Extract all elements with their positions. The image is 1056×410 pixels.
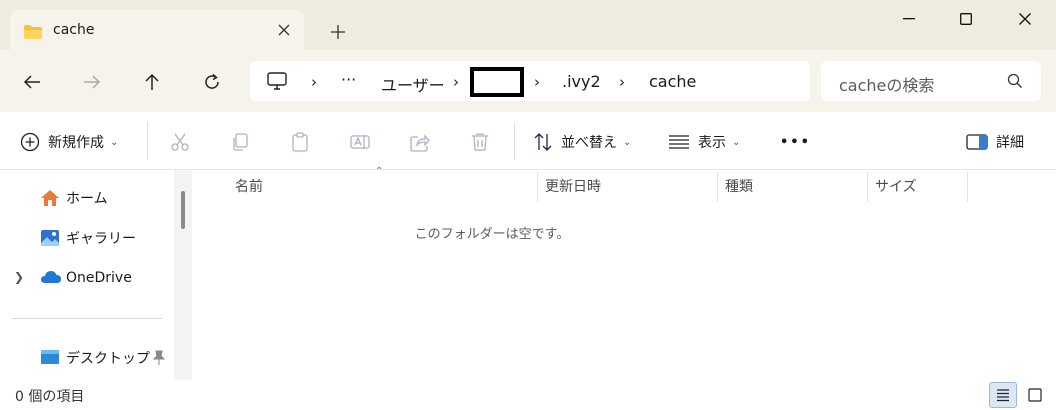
- minimize-icon[interactable]: [880, 0, 938, 38]
- cut-icon[interactable]: [170, 128, 190, 156]
- sidebar-item-label: ホーム: [66, 191, 108, 207]
- tab-cache[interactable]: cache: [10, 10, 304, 50]
- forward-arrow-icon[interactable]: [76, 66, 108, 98]
- new-button[interactable]: 新規作成 ⌄: [20, 128, 118, 156]
- up-arrow-icon[interactable]: [136, 66, 168, 98]
- column-divider[interactable]: [717, 172, 718, 202]
- sort-arrows-icon: [534, 133, 552, 151]
- close-window-icon[interactable]: [996, 0, 1054, 38]
- sidebar-item-label: ギャラリー: [66, 231, 136, 247]
- copy-icon[interactable]: [230, 128, 250, 156]
- column-header-size[interactable]: サイズ: [875, 176, 917, 202]
- tiles-view-icon[interactable]: [1021, 382, 1049, 408]
- column-divider[interactable]: [867, 172, 868, 202]
- breadcrumb-separator: ›: [534, 73, 540, 91]
- breadcrumb-separator: ›: [311, 73, 317, 91]
- sidebar-item-desktop[interactable]: デスクトップ: [0, 342, 172, 374]
- column-divider[interactable]: [537, 172, 538, 202]
- more-dots-icon: •••: [780, 134, 811, 150]
- toolbar-divider: [147, 122, 148, 160]
- search-box[interactable]: cacheの検索: [821, 61, 1041, 101]
- maximize-icon[interactable]: [937, 0, 995, 38]
- new-tab-plus-icon[interactable]: [326, 20, 350, 44]
- folder-icon: [23, 24, 43, 44]
- column-header-type[interactable]: 種類: [725, 176, 753, 202]
- more-options-button[interactable]: •••: [780, 128, 811, 156]
- breadcrumb-ivy2[interactable]: .ivy2: [562, 72, 601, 91]
- desktop-icon: [40, 349, 60, 369]
- tab-title: cache: [53, 22, 95, 38]
- status-bar: 0 個の項目: [0, 380, 1056, 410]
- paste-icon[interactable]: [290, 128, 310, 156]
- sort-button[interactable]: 並べ替え ⌄: [533, 128, 631, 156]
- refresh-icon[interactable]: [196, 66, 228, 98]
- sidebar-item-onedrive[interactable]: ❯ OneDrive: [0, 262, 172, 294]
- chevron-down-icon: ⌄: [732, 136, 741, 148]
- column-header-modified[interactable]: 更新日時: [545, 176, 601, 202]
- breadcrumb-ellipsis[interactable]: ···: [341, 70, 356, 89]
- sidebar-scrollbar[interactable]: [174, 170, 192, 380]
- view-button[interactable]: 表示 ⌄: [668, 128, 740, 156]
- sidebar-divider: [12, 318, 162, 319]
- details-pane-button[interactable]: 詳細: [966, 128, 1024, 156]
- navigation-pane: ホーム ギャラリー ❯ OneDrive デスクトップ: [0, 170, 172, 380]
- title-bar: cache: [0, 0, 1056, 50]
- add-circle-icon: [20, 132, 40, 152]
- breadcrumb-cache[interactable]: cache: [649, 72, 696, 91]
- delete-icon[interactable]: [470, 128, 490, 156]
- file-list-pane: ⌃ 名前 更新日時 種類 サイズ このフォルダーは空です。: [192, 166, 1056, 380]
- empty-folder-message: このフォルダーは空です。: [414, 227, 570, 242]
- share-icon[interactable]: [410, 128, 430, 156]
- home-icon: [40, 189, 60, 211]
- search-icon[interactable]: [1007, 73, 1023, 93]
- details-pane-icon: [966, 134, 988, 150]
- breadcrumb-separator: ›: [453, 73, 459, 91]
- gallery-icon: [40, 229, 60, 251]
- details-label: 詳細: [996, 135, 1024, 151]
- redacted-username-box: [470, 67, 524, 97]
- scrollbar-thumb[interactable]: [181, 191, 185, 229]
- sidebar-item-gallery[interactable]: ギャラリー: [0, 222, 172, 254]
- sort-label: 並べ替え: [561, 135, 617, 151]
- view-lines-icon: [669, 135, 689, 149]
- column-divider[interactable]: [967, 172, 968, 202]
- command-bar: 新規作成 ⌄ 並べ替え ⌄ 表示 ⌄ ••• 詳細: [0, 112, 1056, 170]
- tab-close-icon[interactable]: [272, 18, 296, 42]
- sidebar-item-home[interactable]: ホーム: [0, 182, 172, 214]
- chevron-down-icon: ⌄: [110, 136, 119, 148]
- sidebar-item-label: デスクトップ: [66, 351, 150, 367]
- address-bar[interactable]: › ··· ユーザー › › .ivy2 › cache: [250, 61, 810, 101]
- monitor-icon[interactable]: [267, 72, 287, 94]
- chevron-right-icon[interactable]: ❯: [14, 270, 24, 284]
- navigation-bar: › ··· ユーザー › › .ivy2 › cache cacheの検索: [0, 50, 1056, 112]
- details-view-icon[interactable]: [989, 382, 1017, 408]
- breadcrumb-users[interactable]: ユーザー: [381, 72, 445, 96]
- item-count: 0 個の項目: [15, 389, 85, 405]
- toolbar-divider: [514, 122, 515, 160]
- breadcrumb-separator: ›: [619, 73, 625, 91]
- search-placeholder[interactable]: cacheの検索: [839, 72, 934, 96]
- cloud-icon: [40, 269, 62, 289]
- sort-ascending-icon: ⌃: [375, 166, 384, 177]
- column-header-name[interactable]: 名前: [235, 176, 263, 202]
- back-arrow-icon[interactable]: [16, 66, 48, 98]
- rename-icon[interactable]: [350, 128, 370, 156]
- chevron-down-icon: ⌄: [623, 136, 632, 148]
- pin-icon[interactable]: [152, 350, 166, 370]
- view-label: 表示: [698, 135, 726, 151]
- sidebar-item-label: OneDrive: [66, 270, 132, 286]
- new-label: 新規作成: [48, 135, 104, 151]
